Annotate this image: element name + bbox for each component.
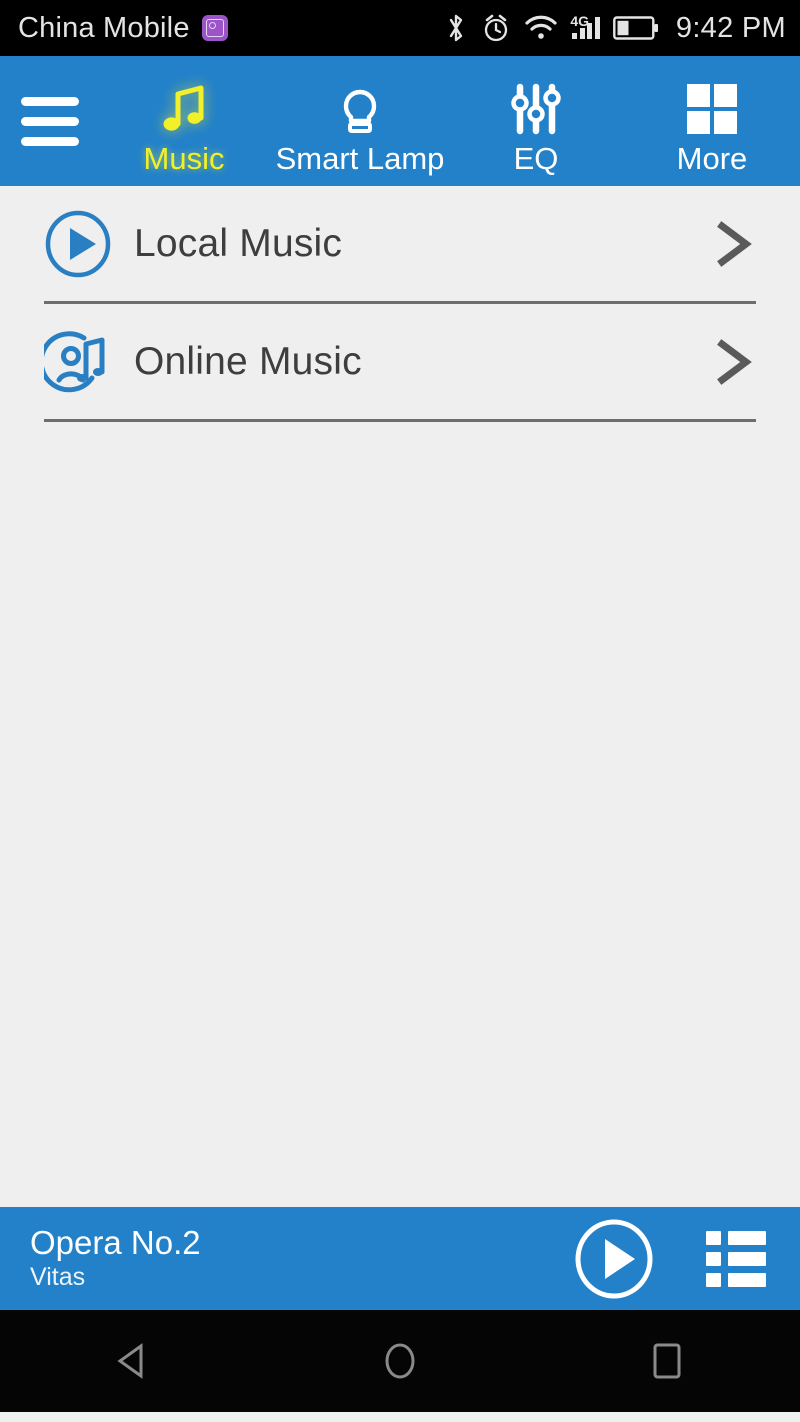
home-circle-icon xyxy=(385,1343,415,1379)
back-triangle-icon xyxy=(117,1343,143,1379)
recents-square-icon xyxy=(653,1343,681,1379)
tab-eq[interactable]: EQ xyxy=(448,56,624,186)
home-button[interactable] xyxy=(267,1336,534,1386)
alarm-clock-icon xyxy=(485,14,508,42)
hamburger-menu-icon[interactable] xyxy=(0,96,96,146)
screenshot-badge-icon xyxy=(201,15,228,41)
back-button[interactable] xyxy=(0,1336,267,1386)
status-icons: 4G 9:42 PM xyxy=(444,12,786,45)
grid-squares-icon xyxy=(684,78,740,140)
main-content: Local Music Online Music xyxy=(0,186,800,1207)
now-playing-title: Opera No.2 xyxy=(30,1224,201,1262)
list-item-online-music-label: Online Music xyxy=(134,339,362,383)
online-music-icon xyxy=(44,328,112,396)
equalizer-sliders-icon xyxy=(508,78,564,140)
chevron-right-icon xyxy=(717,220,752,267)
bluetooth-icon xyxy=(450,14,463,42)
tab-bar: Music Smart Lamp EQ More xyxy=(96,56,800,186)
play-circle-icon xyxy=(44,210,112,278)
list-item-local-music[interactable]: Local Music xyxy=(0,186,800,301)
playlist-icon[interactable] xyxy=(706,1230,766,1287)
list-divider xyxy=(44,419,756,422)
wifi-icon xyxy=(525,15,557,39)
now-playing-meta: Opera No.2 Vitas xyxy=(30,1224,201,1292)
tab-more[interactable]: More xyxy=(624,56,800,186)
play-circle-icon[interactable] xyxy=(574,1219,654,1299)
android-navigation-bar xyxy=(0,1310,800,1412)
phone-screen: China Mobile 4G 9:42 PM Music Smart Lamp… xyxy=(0,0,800,1422)
battery-icon xyxy=(612,16,658,40)
carrier-label: China Mobile xyxy=(18,11,190,44)
clock-label: 9:42 PM xyxy=(675,11,786,44)
now-playing-bar[interactable]: Opera No.2 Vitas xyxy=(0,1207,800,1310)
music-note-icon xyxy=(155,78,213,140)
tab-smart-lamp-label: Smart Lamp xyxy=(275,140,445,176)
list-item-online-music[interactable]: Online Music xyxy=(0,304,800,419)
list-item-local-music-label: Local Music xyxy=(134,221,343,265)
tab-music[interactable]: Music xyxy=(96,56,272,186)
status-bar: China Mobile 4G 9:42 PM xyxy=(0,0,800,56)
signal-bars-icon: 4G xyxy=(570,13,600,39)
player-actions xyxy=(574,1219,766,1299)
now-playing-artist: Vitas xyxy=(30,1263,86,1292)
tab-eq-label: EQ xyxy=(513,140,559,176)
tab-more-label: More xyxy=(676,140,748,176)
tab-smart-lamp[interactable]: Smart Lamp xyxy=(272,56,448,186)
tab-music-label: Music xyxy=(143,140,225,176)
lamp-icon xyxy=(331,78,389,140)
network-type-label: 4G xyxy=(570,13,590,29)
chevron-right-icon xyxy=(717,338,752,385)
recents-button[interactable] xyxy=(533,1336,800,1386)
top-navigation-bar: Music Smart Lamp EQ More xyxy=(0,56,800,186)
